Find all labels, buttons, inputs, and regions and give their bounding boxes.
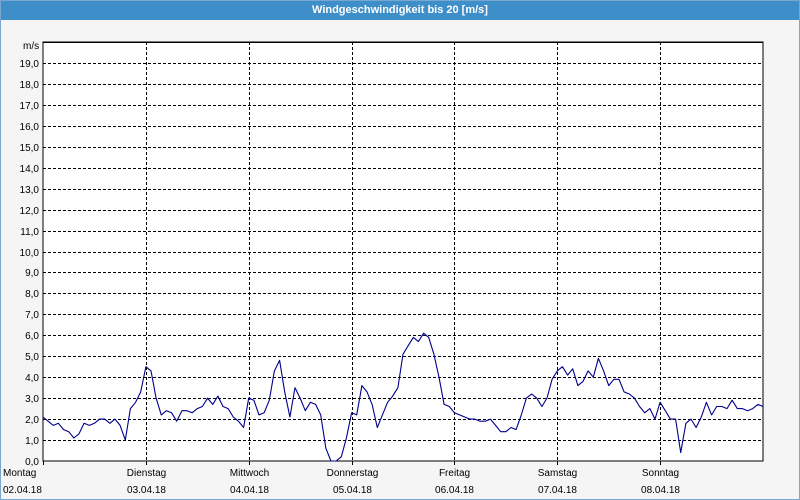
- y-tick-label: 5,0: [25, 352, 39, 363]
- x-tick-label-day: Montag: [3, 468, 36, 479]
- x-tick-label-day: Donnerstag: [327, 468, 379, 479]
- y-tick-label: 7,0: [25, 310, 39, 321]
- y-tick-label: 0,0: [25, 457, 39, 468]
- y-tick-label: 16,0: [20, 122, 40, 133]
- x-tick-label-date: 02.04.18: [3, 485, 42, 496]
- y-tick-label: 1,0: [25, 436, 39, 447]
- y-tick-label: 12,0: [20, 206, 40, 217]
- x-tick-label-day: Mittwoch: [230, 468, 269, 479]
- x-tick-label-date: 03.04.18: [127, 485, 166, 496]
- y-tick-label: 4,0: [25, 373, 39, 384]
- y-tick-label: 11,0: [20, 227, 39, 238]
- y-tick-label: 14,0: [20, 164, 40, 175]
- x-tick-label-date: 06.04.18: [435, 485, 474, 496]
- y-tick-label: 10,0: [20, 248, 40, 259]
- wind-speed-chart: 0,0 1,0 2,0 3,0 4,0 5,0 6,0 7,0 8,0 9,0 10,0 11,0 12…: [3, 41, 764, 496]
- x-tick-label-day: Samstag: [538, 468, 577, 479]
- y-tick-label: 15,0: [20, 143, 40, 154]
- x-tick-label-day: Freitag: [439, 468, 470, 479]
- y-tick-label: 13,0: [20, 185, 40, 196]
- y-tick-label: 2,0: [25, 415, 39, 426]
- y-tick-label: 19,0: [20, 59, 40, 70]
- x-tick-label-day: Sonntag: [642, 468, 679, 479]
- x-tick-label-day: Dienstag: [127, 468, 166, 479]
- x-tick-label-date: 07.04.18: [538, 485, 577, 496]
- y-tick-label: 9,0: [25, 268, 39, 279]
- y-tick-label: 18,0: [20, 80, 40, 91]
- y-tick-label: 3,0: [25, 394, 39, 405]
- window-title: Windgeschwindigkeit bis 20 [m/s]: [1, 1, 799, 20]
- y-tick-label: 6,0: [25, 331, 39, 342]
- x-tick-label-date: 04.04.18: [230, 485, 269, 496]
- y-axis-unit-label: m/s: [23, 41, 39, 52]
- y-tick-label: 8,0: [25, 289, 39, 300]
- chart-window: Windgeschwindigkeit bis 20 [m/s] 0,0 1,0 2…: [0, 0, 800, 500]
- y-tick-label: 17,0: [20, 101, 40, 112]
- x-tick-label-date: 08.04.18: [641, 485, 680, 496]
- x-tick-label-date: 05.04.18: [333, 485, 372, 496]
